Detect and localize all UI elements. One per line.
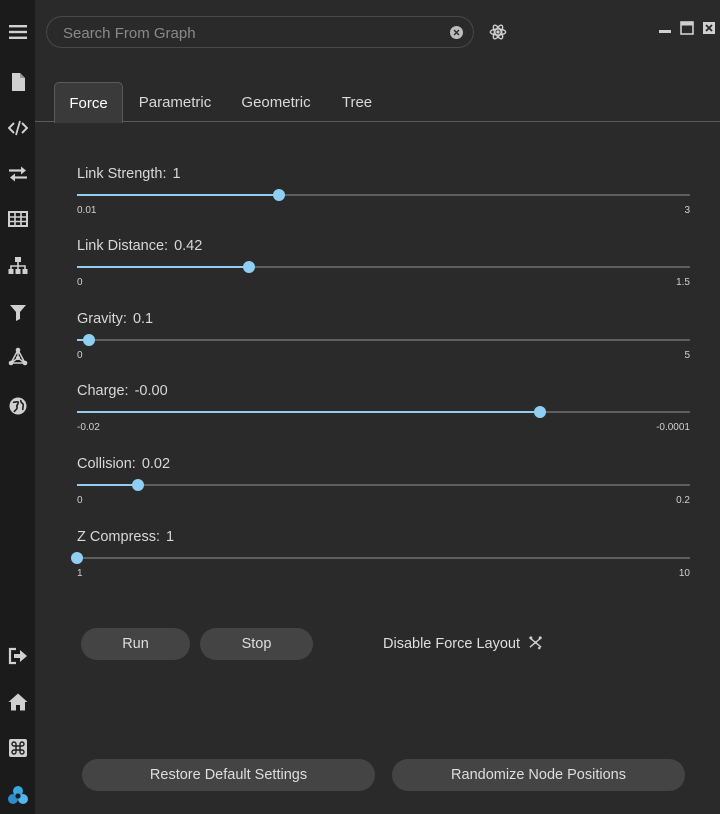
table-icon[interactable]: [0, 204, 35, 234]
slider-max-label: 3: [684, 205, 690, 216]
run-button[interactable]: Run: [81, 628, 190, 660]
slider-label: Link Distance: 0.42: [77, 238, 202, 254]
left-sidebar: [0, 0, 35, 814]
disable-force-layout-label: Disable Force Layout: [383, 636, 521, 652]
slider-name: Collision:: [77, 456, 136, 472]
slider-min-label: 0: [77, 495, 83, 506]
slider-max-label: 1.5: [676, 277, 690, 288]
slider-thumb[interactable]: [242, 261, 255, 273]
slider-fill: [77, 484, 139, 486]
network-icon[interactable]: [0, 342, 35, 372]
clear-search-icon[interactable]: [450, 26, 463, 39]
randomize-nodes-button[interactable]: Randomize Node Positions: [392, 759, 685, 791]
slider-link-strength: Link Strength: 1 0.01 3: [77, 166, 690, 236]
slider-thumb[interactable]: [132, 479, 145, 491]
filter-icon[interactable]: [0, 297, 35, 327]
menu-icon[interactable]: [0, 17, 35, 47]
file-icon[interactable]: [0, 67, 35, 97]
slider-track[interactable]: [77, 261, 690, 273]
slider-min-label: 0.01: [77, 205, 97, 216]
layout-tabs: Force Parametric Geometric Tree: [35, 82, 720, 123]
maximize-icon[interactable]: [680, 21, 694, 35]
logout-icon[interactable]: [0, 641, 35, 671]
slider-fill: [77, 266, 249, 268]
close-window-icon[interactable]: [702, 21, 716, 35]
slider-name: Gravity:: [77, 311, 127, 327]
slider-name: Link Strength:: [77, 166, 167, 182]
slider-thumb[interactable]: [83, 334, 96, 346]
slider-min-label: 1: [77, 568, 83, 579]
search-input[interactable]: [63, 23, 433, 43]
atom-icon[interactable]: [489, 23, 507, 41]
swap-icon[interactable]: [0, 159, 35, 189]
slider-label: Link Strength: 1: [77, 166, 181, 182]
slider-min-label: 0: [77, 350, 83, 361]
slider-label: Charge: -0.00: [77, 383, 168, 399]
home-icon[interactable]: [0, 687, 35, 717]
slider-fill: [77, 411, 540, 413]
slider-track[interactable]: [77, 189, 690, 201]
tab-geometric[interactable]: Geometric: [235, 82, 317, 122]
window-controls: [658, 20, 716, 36]
globe-icon[interactable]: [0, 391, 35, 421]
slider-max-label: 0.2: [676, 495, 690, 506]
tab-tree[interactable]: Tree: [337, 82, 377, 122]
slider-value: 0.42: [174, 238, 203, 254]
slider-value: 1: [166, 529, 175, 545]
slider-max-label: 10: [678, 568, 690, 579]
slider-z-compress: Z Compress: 1 1 10: [71, 529, 690, 599]
slider-track[interactable]: [77, 406, 690, 418]
app-logo-icon[interactable]: [0, 780, 35, 810]
slider-thumb[interactable]: [533, 406, 546, 418]
hierarchy-icon[interactable]: [0, 251, 35, 281]
slider-fill: [77, 194, 280, 196]
slider-track[interactable]: [77, 334, 690, 346]
slider-label: Z Compress: 1: [77, 529, 174, 545]
slider-label: Collision: 0.02: [77, 456, 170, 472]
slider-track[interactable]: [71, 552, 690, 564]
slider-name: Z Compress:: [77, 529, 160, 545]
stop-button[interactable]: Stop: [200, 628, 313, 660]
slider-name: Charge:: [77, 383, 129, 399]
disable-force-layout-toggle[interactable]: Disable Force Layout: [383, 634, 543, 654]
scatter-toggle-icon[interactable]: [528, 635, 543, 654]
command-icon[interactable]: [0, 733, 35, 763]
tab-force[interactable]: Force: [54, 82, 123, 123]
slider-gravity: Gravity: 0.1 0 5: [77, 311, 690, 381]
slider-min-label: -0.02: [77, 422, 100, 433]
slider-max-label: -0.0001: [656, 422, 690, 433]
slider-charge: Charge: -0.00 -0.02 -0.0001: [77, 383, 690, 453]
slider-track[interactable]: [77, 479, 690, 491]
slider-link-distance: Link Distance: 0.42 0 1.5: [77, 238, 690, 308]
slider-collision: Collision: 0.02 0 0.2: [77, 456, 690, 526]
slider-label: Gravity: 0.1: [77, 311, 153, 327]
slider-max-label: 5: [684, 350, 690, 361]
slider-thumb[interactable]: [71, 552, 83, 564]
tab-parametric[interactable]: Parametric: [133, 82, 217, 122]
slider-thumb[interactable]: [273, 189, 286, 201]
slider-name: Link Distance:: [77, 238, 169, 254]
minimize-icon[interactable]: [658, 21, 672, 35]
slider-value: 0.02: [141, 456, 171, 472]
search-bar: [46, 16, 474, 48]
slider-min-label: 0: [77, 277, 83, 288]
code-icon[interactable]: [0, 113, 35, 143]
slider-value: 0.1: [132, 311, 154, 327]
slider-value: 1: [172, 166, 181, 182]
slider-value: -0.00: [134, 383, 168, 399]
restore-defaults-button[interactable]: Restore Default Settings: [82, 759, 375, 791]
